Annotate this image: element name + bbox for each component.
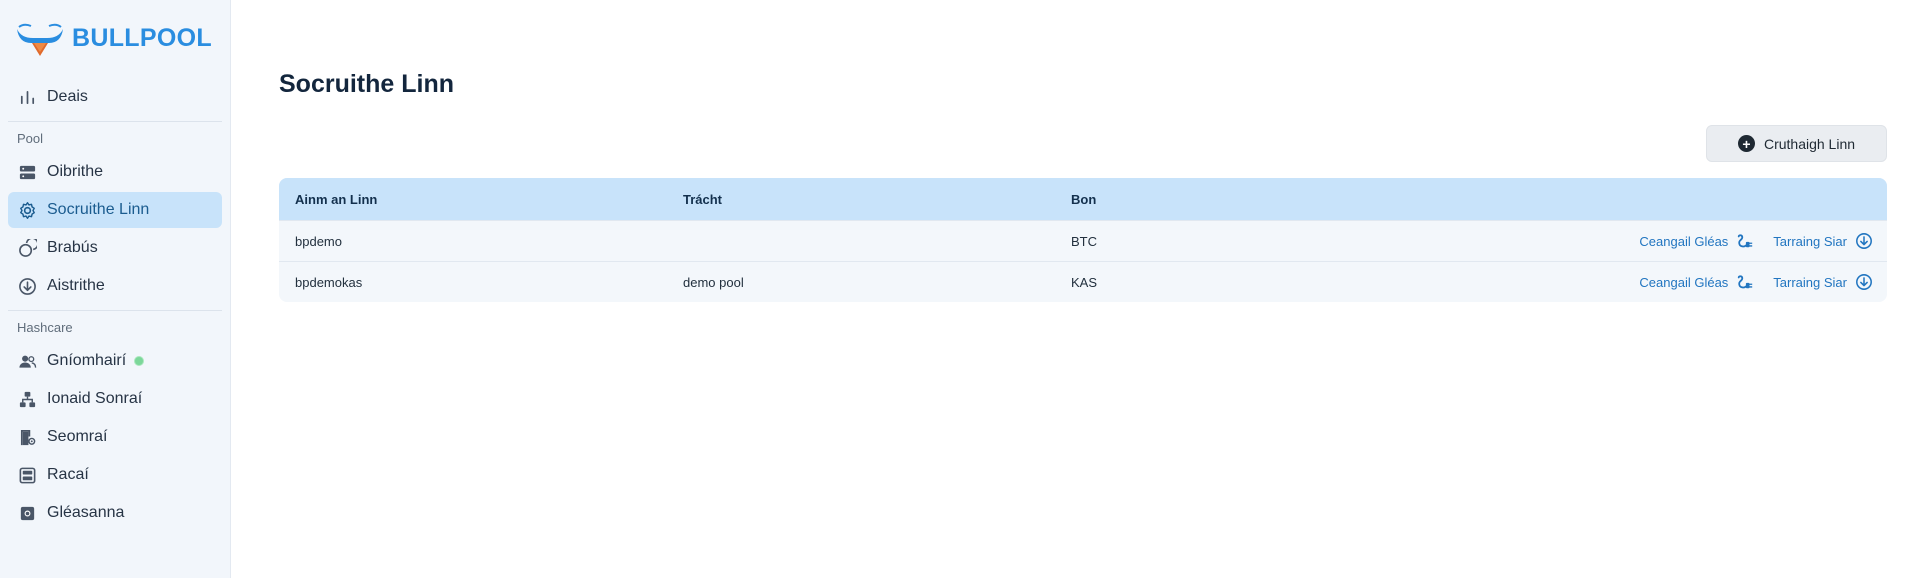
nav-agents[interactable]: Gníomhairí	[8, 343, 222, 379]
download-circle-icon	[1856, 274, 1872, 290]
table-row: bpdemokas demo pool KAS Ceangail Gléas T…	[279, 261, 1887, 302]
rack-icon	[17, 465, 37, 485]
nav-pool-settings[interactable]: Socruithe Linn	[8, 192, 222, 228]
row-actions: Ceangail Gléas Tarraing Siar	[1443, 232, 1887, 250]
plus-circle-icon: +	[1737, 135, 1755, 152]
sidebar: BULLPOOL Deais Pool Oibrithe Socruithe L…	[0, 0, 231, 578]
nav-dashboard[interactable]: Deais	[8, 79, 222, 115]
connect-device-label: Ceangail Gléas	[1639, 233, 1729, 249]
bar-chart-icon	[17, 87, 37, 107]
plug-icon	[1738, 234, 1753, 248]
hierarchy-icon	[17, 389, 37, 409]
nav-transfers[interactable]: Aistrithe	[8, 268, 222, 304]
nav-label: Aistrithe	[47, 277, 105, 294]
nav-devices[interactable]: Gléasanna	[8, 495, 222, 531]
withdraw-label: Tarraing Siar	[1773, 274, 1847, 290]
nav-label: Racaí	[47, 466, 89, 483]
room-icon	[17, 427, 37, 447]
server-icon	[17, 162, 37, 182]
divider	[8, 310, 222, 311]
withdraw-label: Tarraing Siar	[1773, 233, 1847, 249]
nav-label: Gníomhairí	[47, 352, 127, 369]
nav-racks[interactable]: Racaí	[8, 457, 222, 493]
withdraw-button[interactable]: Tarraing Siar	[1773, 232, 1873, 250]
nav-label: Deais	[47, 88, 88, 105]
bull-logo-icon	[17, 23, 63, 56]
nav-data-centers[interactable]: Ionaid Sonraí	[8, 381, 222, 417]
table-header: Ainm an Linn Trácht Bon	[279, 178, 1887, 220]
table-row: bpdemo BTC Ceangail Gléas Tarraing Siar	[279, 220, 1887, 261]
nav-rooms[interactable]: Seomraí	[8, 419, 222, 455]
gear-icon	[17, 200, 37, 220]
column-header-name: Ainm an Linn	[295, 191, 378, 207]
brand-name: BULLPOOL	[72, 24, 212, 52]
download-circle-icon	[1856, 233, 1872, 249]
pool-coin-cell: BTC	[1071, 233, 1097, 249]
create-pool-label: Cruthaigh Linn	[1763, 135, 1856, 152]
device-icon	[17, 503, 37, 523]
pools-table: Ainm an Linn Trácht Bon bpdemo BTC Ceang…	[279, 178, 1887, 302]
nav-workers[interactable]: Oibrithe	[8, 154, 222, 190]
column-header-traffic: Trácht	[683, 191, 723, 207]
pool-traffic-cell: demo pool	[683, 274, 744, 290]
create-pool-button[interactable]: + Cruthaigh Linn	[1706, 125, 1887, 162]
pool-name-cell: bpdemokas	[295, 274, 363, 290]
download-circle-icon	[17, 276, 37, 296]
logo[interactable]: BULLPOOL	[0, 0, 230, 77]
withdraw-button[interactable]: Tarraing Siar	[1773, 273, 1873, 291]
nav-label: Gléasanna	[47, 504, 125, 521]
main-content: Socruithe Linn + Cruthaigh Linn Ainm an …	[231, 0, 1924, 578]
pool-name-cell: bpdemo	[295, 233, 342, 249]
row-actions: Ceangail Gléas Tarraing Siar	[1443, 273, 1887, 291]
divider	[8, 121, 222, 122]
coins-icon	[17, 238, 37, 258]
connect-device-label: Ceangail Gléas	[1639, 274, 1729, 290]
users-icon	[17, 351, 37, 371]
plug-icon	[1738, 275, 1753, 289]
column-header-coin: Bon	[1071, 191, 1097, 207]
pool-coin-cell: KAS	[1071, 274, 1098, 290]
nav-profit[interactable]: Brabús	[8, 230, 222, 266]
nav-label: Socruithe Linn	[47, 201, 150, 218]
section-label-hashcare: Hashcare	[17, 320, 73, 335]
online-status-dot	[134, 356, 145, 366]
nav-label: Seomraí	[47, 428, 108, 445]
nav-label: Ionaid Sonraí	[47, 390, 143, 407]
connect-device-button[interactable]: Ceangail Gléas	[1639, 232, 1754, 250]
connect-device-button[interactable]: Ceangail Gléas	[1639, 273, 1754, 291]
page-title: Socruithe Linn	[279, 70, 454, 98]
nav-label: Brabús	[47, 239, 98, 256]
section-label-pool: Pool	[17, 131, 44, 146]
nav-label: Oibrithe	[47, 163, 104, 180]
